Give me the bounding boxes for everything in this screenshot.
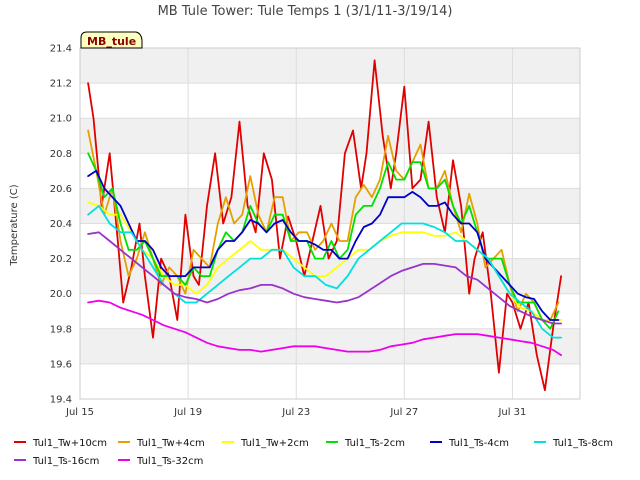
y-tick-label: 19.4 [50,395,72,406]
plot-band [80,328,580,364]
plot-band [80,188,580,224]
x-axis-ticks: Jul 15 Jul 19 Jul 23 Jul 27 Jul 31 [65,407,526,418]
x-tick-label: Jul 15 [65,407,94,418]
x-tick-label: Jul 27 [389,407,418,418]
plot-band [80,363,580,399]
station-tag: MB_tule [80,31,143,49]
y-tick-label: 19.6 [50,359,72,370]
legend: Tul1_Tw+10cm Tul1_Tw+4cm Tul1_Tw+2cm Tul1_T… [14,438,613,467]
legend-label: Tul1_Tw+4cm [136,438,205,449]
plot-band [80,83,580,119]
legend-label: Tul1_Ts-16cm [32,456,99,467]
temperature-chart: 19.4 19.6 19.8 20.0 20.2 20.4 20.6 20.8 21.0 21.2… [9,4,613,467]
y-tick-label: 20.0 [50,289,72,300]
station-tag-label: MB_tule [87,35,136,48]
y-tick-label: 21.4 [50,44,72,55]
y-tick-label: 21.0 [50,114,72,125]
y-tick-label: 20.4 [50,219,72,230]
plot-band [80,153,580,189]
plot-band [80,118,580,154]
y-tick-label: 20.6 [50,184,72,195]
x-tick-label: Jul 23 [281,407,310,418]
y-tick-label: 19.8 [50,324,72,335]
legend-label: Tul1_Tw+10cm [32,438,107,449]
y-axis-ticks: 19.4 19.6 19.8 20.0 20.2 20.4 20.6 20.8 21.0 21.2… [50,44,72,406]
y-tick-label: 20.2 [50,254,72,265]
chart-title: MB Tule Tower: Tule Temps 1 (3/1/11-3/19… [158,4,453,19]
legend-label: Tul1_Ts-8cm [552,438,613,449]
x-tick-label: Jul 31 [497,407,526,418]
plot-band [80,48,580,84]
y-tick-label: 20.8 [50,149,72,160]
legend-label: Tul1_Tw+2cm [240,438,309,449]
y-axis-label: Temperature (C) [9,184,20,266]
legend-label: Tul1_Ts-4cm [448,438,509,449]
x-tick-label: Jul 19 [173,407,202,418]
y-tick-label: 21.2 [50,79,72,90]
legend-label: Tul1_Ts-32cm [136,456,203,467]
legend-label: Tul1_Ts-2cm [344,438,405,449]
